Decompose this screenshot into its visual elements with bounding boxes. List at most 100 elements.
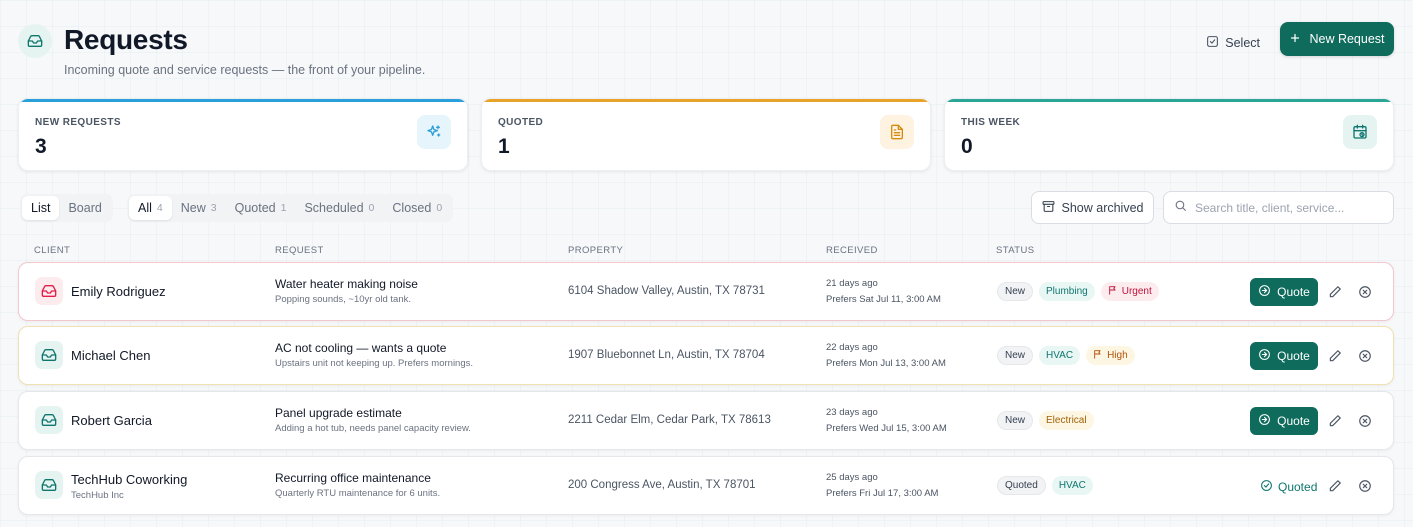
- table-row[interactable]: Robert Garcia Panel upgrade estimate Add…: [18, 391, 1394, 450]
- service-badge: HVAC: [1039, 346, 1081, 365]
- quote-label: Quote: [1277, 285, 1310, 299]
- quoted-label: Quoted: [1278, 480, 1318, 494]
- property-address: 1907 Bluebonnet Ln, Austin, TX 78704: [568, 349, 765, 361]
- inbox-icon: [35, 277, 63, 305]
- close-circle-icon[interactable]: [1357, 413, 1373, 429]
- show-archived-button[interactable]: Show archived: [1031, 191, 1154, 224]
- stat-accent-bar: [19, 99, 467, 102]
- archive-icon: [1042, 200, 1055, 216]
- request-title: AC not cooling — wants a quote: [275, 341, 447, 355]
- stat-value: 3: [35, 135, 47, 158]
- filter-count: 1: [280, 202, 287, 214]
- status-badges: New Plumbing Urgent: [997, 282, 1159, 301]
- pencil-icon[interactable]: [1327, 284, 1343, 300]
- pencil-icon[interactable]: [1327, 413, 1343, 429]
- table-row[interactable]: TechHub Coworking TechHub Inc Recurring …: [18, 456, 1394, 515]
- filter-label: Quoted: [234, 201, 276, 215]
- calendar-icon: [1343, 115, 1377, 149]
- request-title: Recurring office maintenance: [275, 471, 431, 485]
- view-board-option[interactable]: Board: [59, 196, 110, 220]
- arrow-circle-icon: [1258, 284, 1271, 300]
- column-header-property: PROPERTY: [568, 245, 624, 256]
- preferred-time: Prefers Fri Jul 17, 3:00 AM: [826, 488, 939, 499]
- pencil-icon[interactable]: [1327, 348, 1343, 364]
- flag-icon: [1108, 285, 1118, 298]
- document-icon: [880, 115, 914, 149]
- search-icon: [1174, 199, 1187, 217]
- quoted-status: Quoted: [1260, 479, 1317, 495]
- service-badge: Plumbing: [1039, 282, 1095, 301]
- filter-tab-quoted[interactable]: Quoted 1: [226, 196, 296, 220]
- received-time: 22 days ago: [826, 342, 878, 353]
- request-description: Upstairs unit not keeping up. Prefers mo…: [275, 358, 474, 369]
- filter-label: Scheduled: [304, 201, 364, 215]
- close-circle-icon[interactable]: [1357, 478, 1373, 494]
- flag-icon: [1093, 349, 1103, 362]
- preferred-time: Prefers Mon Jul 13, 3:00 AM: [826, 358, 946, 369]
- table-row[interactable]: Michael Chen AC not cooling — wants a qu…: [18, 326, 1394, 385]
- quote-button[interactable]: Quote: [1250, 342, 1318, 370]
- received-time: 25 days ago: [826, 472, 878, 483]
- request-description: Adding a hot tub, needs panel capacity r…: [275, 423, 471, 434]
- filter-count: 0: [436, 202, 443, 214]
- client-name: Emily Rodriguez: [71, 284, 166, 299]
- new-request-button[interactable]: New Request: [1280, 22, 1394, 56]
- service-badge: HVAC: [1051, 476, 1093, 495]
- stat-label: NEW REQUESTS: [35, 117, 121, 128]
- property-address: 2211 Cedar Elm, Cedar Park, TX 78613: [568, 414, 771, 426]
- priority-label: High: [1107, 350, 1128, 361]
- inbox-icon: [18, 24, 52, 58]
- stat-card-this-week: THIS WEEK 0: [944, 98, 1394, 171]
- arrow-circle-icon: [1258, 413, 1271, 429]
- show-archived-label: Show archived: [1061, 200, 1144, 215]
- filter-tab-closed[interactable]: Closed 0: [383, 196, 451, 220]
- inbox-icon: [35, 471, 63, 499]
- search-input[interactable]: [1195, 200, 1390, 215]
- stat-value: 0: [961, 135, 973, 158]
- stat-accent-bar: [482, 99, 930, 102]
- status-badges: New HVAC High: [997, 346, 1135, 365]
- close-circle-icon[interactable]: [1357, 348, 1373, 364]
- sparkles-icon: [417, 115, 451, 149]
- status-badge: Quoted: [997, 476, 1046, 495]
- priority-badge: High: [1086, 346, 1135, 365]
- filter-tab-scheduled[interactable]: Scheduled 0: [295, 196, 383, 220]
- column-header-status: STATUS: [996, 245, 1035, 256]
- stat-label: THIS WEEK: [961, 117, 1021, 128]
- request-title: Panel upgrade estimate: [275, 406, 402, 420]
- status-badge: New: [997, 346, 1034, 365]
- status-badge: New: [997, 282, 1034, 301]
- plus-icon: [1289, 32, 1301, 47]
- status-badge: New: [997, 411, 1034, 430]
- filter-label: Closed: [392, 201, 432, 215]
- checkbox-icon: [1206, 35, 1219, 51]
- pencil-icon[interactable]: [1327, 478, 1343, 494]
- quote-label: Quote: [1277, 414, 1310, 428]
- stat-label: QUOTED: [498, 117, 544, 128]
- table-row[interactable]: Emily Rodriguez Water heater making nois…: [18, 262, 1394, 321]
- filter-tab-new[interactable]: New 3: [172, 196, 226, 220]
- client-name: Robert Garcia: [71, 413, 152, 428]
- client-name: Michael Chen: [71, 348, 151, 363]
- arrow-circle-icon: [1258, 348, 1271, 364]
- filter-tab-all[interactable]: All 4: [129, 196, 172, 220]
- status-badges: Quoted HVAC: [997, 476, 1093, 495]
- quote-button[interactable]: Quote: [1250, 278, 1318, 306]
- column-header-client: CLIENT: [34, 245, 71, 256]
- inbox-icon: [35, 406, 63, 434]
- select-button[interactable]: Select: [1198, 30, 1268, 56]
- priority-badge: Urgent: [1100, 282, 1159, 301]
- preferred-time: Prefers Sat Jul 11, 3:00 AM: [826, 294, 941, 305]
- request-title: Water heater making noise: [275, 277, 418, 291]
- check-circle-icon: [1260, 479, 1273, 495]
- select-label: Select: [1225, 36, 1260, 50]
- column-header-received: RECEIVED: [826, 245, 878, 256]
- client-company: TechHub Inc: [71, 490, 124, 501]
- client-name: TechHub Coworking: [71, 472, 188, 487]
- view-list-option[interactable]: List: [22, 196, 60, 220]
- column-header-request: REQUEST: [275, 245, 324, 256]
- quote-button[interactable]: Quote: [1250, 407, 1318, 435]
- close-circle-icon[interactable]: [1357, 284, 1373, 300]
- received-time: 23 days ago: [826, 407, 878, 418]
- search-box: [1163, 191, 1394, 224]
